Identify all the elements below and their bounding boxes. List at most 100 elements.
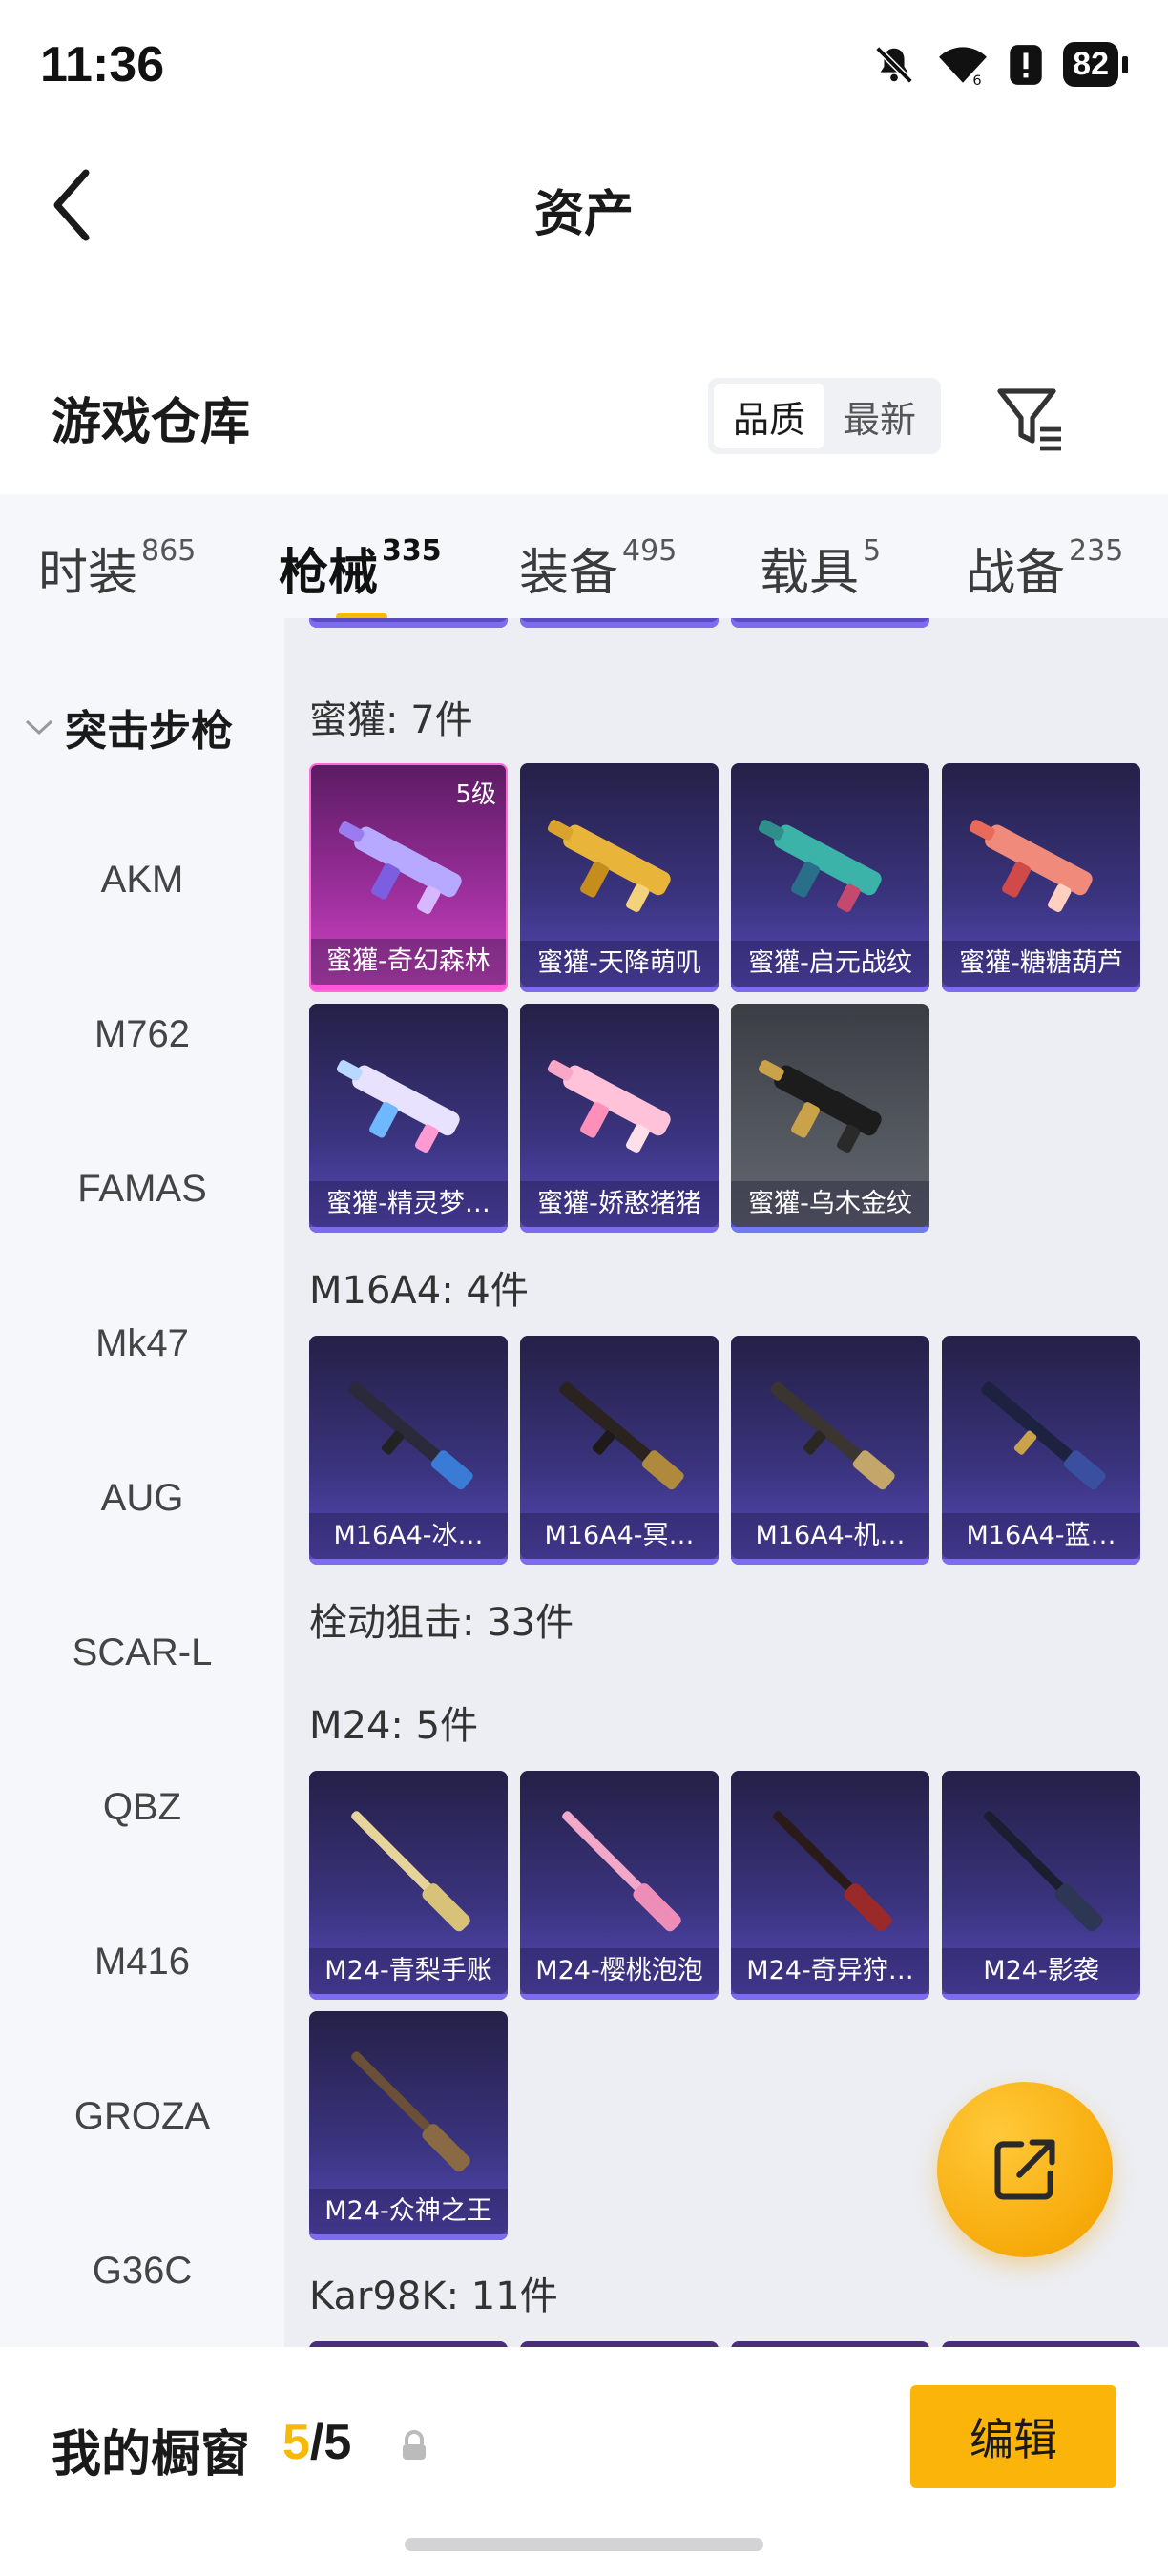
skin-name: 蜜獾-天降萌叽 — [520, 941, 719, 987]
category-tabs: 时装 865 枪械 335 装备 495 载具 5 战备 235 — [0, 494, 1168, 622]
filter-button[interactable] — [992, 380, 1069, 456]
skin-name: M24-樱桃泡泡 — [520, 1948, 719, 1994]
filter-icon — [997, 388, 1061, 451]
showcase-count: 5/5 — [282, 2414, 351, 2471]
skin-card[interactable]: 蜜獾-娇憨猪猪 — [520, 1004, 719, 1233]
smg-skin-image — [969, 820, 1093, 912]
tab-count: 235 — [1069, 534, 1124, 568]
group-label-m24: M24: 5件 — [309, 1704, 479, 1748]
skin-card[interactable]: 5级 蜜獾-奇幻森林 — [309, 763, 508, 992]
alert-icon — [1010, 44, 1042, 85]
tab-weapons[interactable]: 枪械 335 — [279, 532, 442, 604]
status-time: 11:36 — [40, 37, 165, 93]
home-indicator[interactable] — [405, 2538, 763, 2551]
sniper-skin-image — [984, 1811, 1103, 1932]
mute-bell-icon — [875, 45, 913, 84]
sidebar-item-g36c[interactable]: G36C — [0, 2250, 284, 2293]
rifle-skin-image — [981, 1381, 1106, 1490]
smg-skin-image — [547, 1060, 671, 1153]
skin-card[interactable]: M16A4-冰… — [309, 1336, 508, 1565]
lock-icon — [403, 2430, 426, 2460]
svg-text:6: 6 — [973, 73, 982, 86]
weapon-type-sidebar: 突击步枪 AKM M762 FAMAS Mk47 AUG SCAR-L QBZ … — [0, 618, 284, 2347]
skin-name: M16A4-蓝… — [942, 1513, 1140, 1559]
sidebar-item-m416[interactable]: M416 — [0, 1941, 284, 1984]
skin-card[interactable]: M24-众神之王 — [309, 2011, 508, 2240]
tab-count: 335 — [382, 534, 442, 568]
sniper-skin-image — [351, 2051, 470, 2172]
tab-equipment[interactable]: 装备 495 — [519, 532, 677, 604]
sidebar-item-aug[interactable]: AUG — [0, 1477, 284, 1520]
smg-skin-image — [758, 820, 882, 912]
sidebar-item-mk47[interactable]: Mk47 — [0, 1322, 284, 1365]
sidebar-category-assault-rifle[interactable]: 突击步枪 — [23, 696, 233, 758]
skin-card[interactable]: M16A4-冥… — [520, 1336, 719, 1565]
skin-name: M24-青梨手账 — [309, 1948, 508, 1994]
skin-card[interactable]: 蜜獾-启元战纹 — [731, 763, 929, 992]
rifle-skin-image — [348, 1381, 473, 1490]
share-icon — [994, 2139, 1055, 2200]
skin-card[interactable]: M24-奇异狩… — [731, 1771, 929, 2000]
sniper-skin-image — [562, 1811, 681, 1932]
battery-icon: 82 — [1063, 42, 1118, 87]
skin-card-partial[interactable] — [520, 618, 719, 628]
sidebar-item-m762[interactable]: M762 — [0, 1013, 284, 1056]
skin-name: M24-众神之王 — [309, 2189, 508, 2234]
page-title: 资产 — [533, 186, 634, 243]
smg-skin-image — [338, 821, 462, 914]
status-bar: 11:36 6 82 — [0, 0, 1168, 134]
skin-name: 蜜獾-精灵梦… — [309, 1181, 508, 1227]
tab-label: 载具 — [760, 545, 860, 602]
tab-count: 495 — [622, 534, 678, 568]
skin-name: M16A4-冥… — [520, 1513, 719, 1559]
sidebar-item-qbz[interactable]: QBZ — [0, 1786, 284, 1829]
skin-card[interactable]: 蜜獾-乌木金纹 — [731, 1004, 929, 1233]
skin-card-partial[interactable] — [309, 618, 508, 628]
smg-skin-image — [336, 1060, 460, 1153]
sidebar-item-groza[interactable]: GROZA — [0, 2095, 284, 2138]
skin-name: 蜜獾-娇憨猪猪 — [520, 1181, 719, 1227]
group-label-bolt-action-sniper: 栓动狙击: 33件 — [309, 1601, 574, 1645]
showcase-current: 5 — [282, 2415, 310, 2470]
skin-card[interactable]: 蜜獾-天降萌叽 — [520, 763, 719, 992]
sort-quality-button[interactable]: 品质 — [714, 384, 824, 448]
skin-name: 蜜獾-奇幻森林 — [311, 939, 506, 985]
skin-card-partial[interactable] — [731, 618, 929, 628]
showcase-max: 5 — [323, 2415, 352, 2470]
battery-tip — [1122, 55, 1128, 73]
sidebar-item-scar-l[interactable]: SCAR-L — [0, 1631, 284, 1674]
group-label-kar98k: Kar98K: 11件 — [309, 2275, 558, 2318]
skin-card[interactable]: M24-青梨手账 — [309, 1771, 508, 2000]
skin-name: M24-影袭 — [942, 1948, 1140, 1994]
group-label-m16a4: M16A4: 4件 — [309, 1269, 529, 1313]
skin-card[interactable]: 蜜獾-糖糖葫芦 — [942, 763, 1140, 992]
sidebar-item-akm[interactable]: AKM — [0, 859, 284, 902]
wifi-icon: 6 — [939, 46, 988, 87]
smg-skin-image — [758, 1060, 882, 1153]
group-label-honey-badger: 蜜獾: 7件 — [309, 698, 473, 742]
skin-card[interactable]: M24-樱桃泡泡 — [520, 1771, 719, 2000]
skin-card[interactable]: M16A4-蓝… — [942, 1336, 1140, 1565]
skin-card[interactable]: M16A4-机… — [731, 1336, 929, 1565]
sniper-skin-image — [773, 1811, 892, 1932]
edit-button[interactable]: 编辑 — [910, 2385, 1116, 2488]
smg-skin-image — [547, 820, 671, 912]
skin-name: M16A4-机… — [731, 1513, 929, 1559]
tab-label: 战备 — [966, 545, 1066, 602]
sort-toggle: 品质 最新 — [708, 378, 941, 454]
tab-fashion[interactable]: 时装 865 — [38, 532, 196, 604]
skin-card[interactable]: 蜜獾-精灵梦… — [309, 1004, 508, 1233]
status-icons: 6 82 — [872, 42, 1128, 87]
sort-newest-button[interactable]: 最新 — [824, 384, 935, 448]
tab-supplies[interactable]: 战备 235 — [966, 532, 1123, 604]
skin-card[interactable]: M24-影袭 — [942, 1771, 1140, 2000]
share-button[interactable] — [937, 2082, 1113, 2257]
showcase-separator: / — [309, 2415, 324, 2470]
sniper-skin-image — [351, 1811, 470, 1932]
sidebar-item-famas[interactable]: FAMAS — [0, 1168, 284, 1211]
rifle-skin-image — [770, 1381, 895, 1490]
tab-label: 枪械 — [279, 545, 379, 602]
warehouse-title: 游戏仓库 — [52, 394, 251, 451]
tab-vehicles[interactable]: 载具 5 — [760, 532, 881, 604]
tab-count: 5 — [863, 534, 882, 568]
